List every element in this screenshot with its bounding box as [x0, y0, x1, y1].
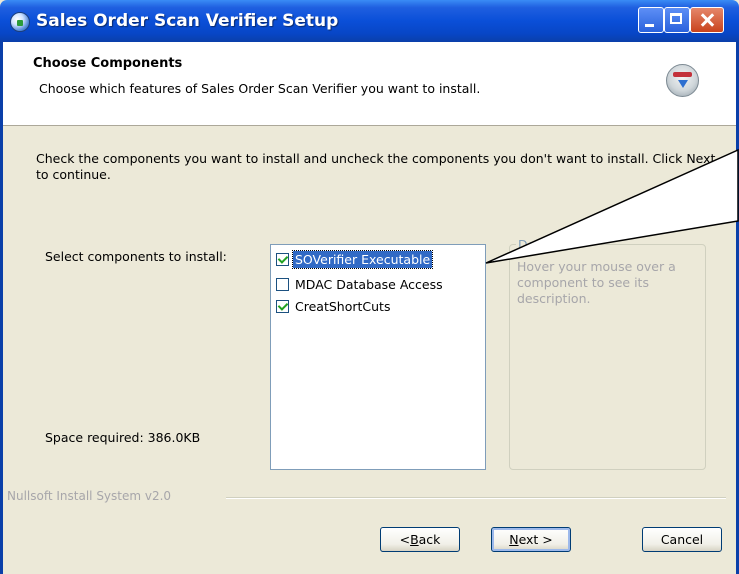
branding-text: Nullsoft Install System v2.0	[7, 489, 172, 503]
component-item[interactable]: CreatShortCuts	[276, 297, 392, 315]
page-title: Choose Components	[33, 56, 183, 71]
component-item[interactable]: MDAC Database Access	[276, 275, 445, 293]
component-label[interactable]: CreatShortCuts	[293, 298, 392, 315]
installer-disc-icon	[666, 64, 699, 97]
cancel-button[interactable]: Cancel	[642, 527, 722, 552]
checkbox-checked[interactable]	[276, 252, 289, 266]
checkbox-unchecked[interactable]	[276, 277, 289, 291]
page-subtitle: Choose which features of Sales Order Sca…	[39, 81, 481, 96]
component-item[interactable]: SOVerifier Executable	[276, 249, 434, 269]
window-title: Sales Order Scan Verifier Setup	[36, 11, 339, 31]
back-button[interactable]: < Back	[380, 527, 460, 552]
maximize-button[interactable]	[664, 7, 690, 33]
minimize-button[interactable]	[638, 7, 664, 33]
description-title: Desc	[516, 237, 551, 252]
branding-divider	[226, 497, 726, 499]
next-button[interactable]: Next >	[491, 527, 571, 552]
intro-text: Check the components you want to install…	[36, 151, 716, 182]
components-list[interactable]: SOVerifier Executable MDAC Database Acce…	[270, 244, 486, 470]
space-required-label: Space required: 386.0KB	[45, 430, 201, 445]
title-bar[interactable]: Sales Order Scan Verifier Setup	[0, 0, 739, 42]
component-label[interactable]: MDAC Database Access	[293, 276, 445, 293]
close-button[interactable]	[690, 7, 724, 33]
app-icon	[10, 12, 30, 32]
description-text: Hover your mouse over a component to see…	[517, 259, 676, 306]
checkbox-checked[interactable]	[276, 299, 289, 313]
component-label[interactable]: SOVerifier Executable	[291, 249, 434, 269]
select-components-label: Select components to install:	[45, 249, 227, 264]
header-panel: Choose Components Choose which features …	[3, 42, 736, 126]
